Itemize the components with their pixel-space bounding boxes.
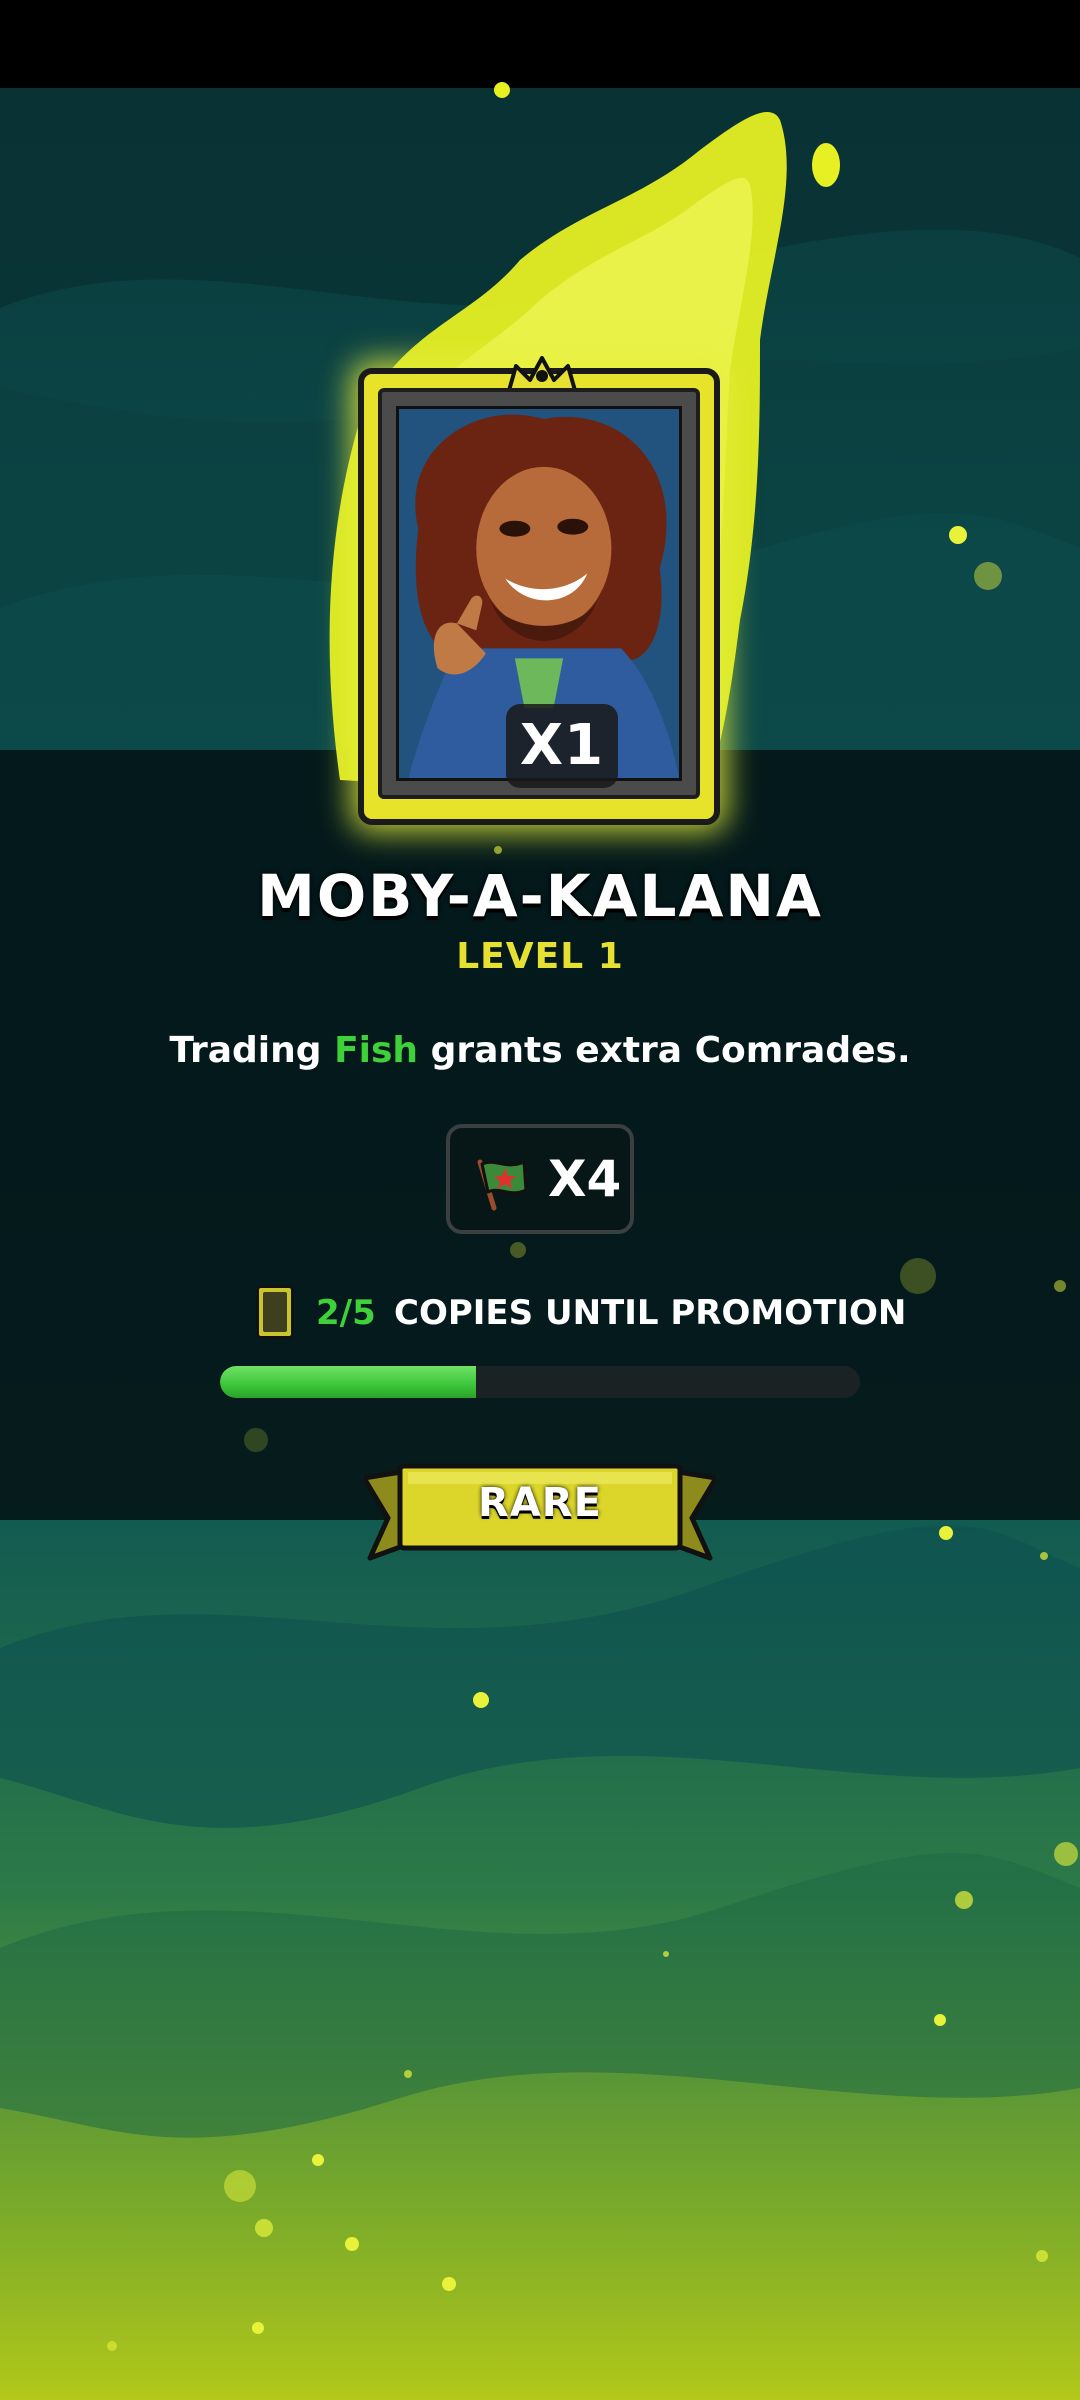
- card-copies-icon: [256, 1285, 294, 1339]
- hero-level: LEVEL 1: [456, 936, 624, 977]
- card-count-badge: X1: [506, 704, 618, 788]
- card-frame: X1: [378, 388, 700, 799]
- flag-icon: [477, 1159, 528, 1211]
- reward-amount: X4: [548, 1150, 622, 1208]
- rarity-label: RARE: [478, 1480, 602, 1526]
- hero-card[interactable]: X1: [358, 356, 720, 825]
- progress-fill: [220, 1366, 476, 1398]
- description-suffix: grants extra Comrades.: [418, 1030, 911, 1071]
- promotion-label: COPIES UNTIL PROMOTION: [394, 1293, 907, 1333]
- description-prefix: Trading: [169, 1030, 335, 1071]
- rarity-ribbon: RARE: [364, 1462, 716, 1572]
- hero-description: Trading Fish grants extra Comrades.: [0, 1030, 1080, 1071]
- reward-box: X4: [446, 1124, 634, 1234]
- hero-name: MOBY-A-KALANA: [257, 862, 823, 930]
- promotion-count: 2/5: [316, 1293, 376, 1333]
- description-highlight: Fish: [334, 1030, 419, 1071]
- promotion-progress-bar: [220, 1366, 860, 1398]
